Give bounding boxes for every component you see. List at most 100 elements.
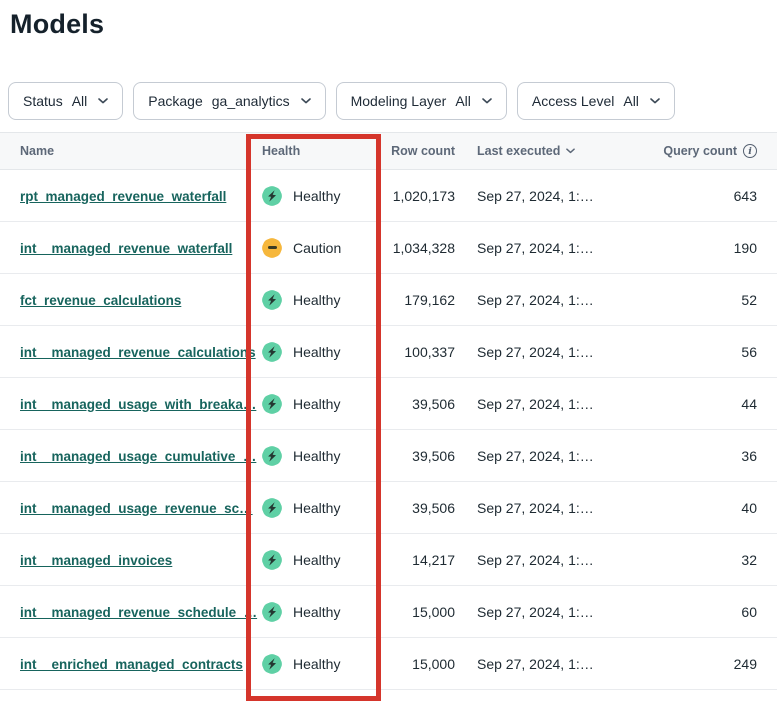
health-cell: Healthy: [250, 394, 370, 414]
row-count-value: 39,506: [370, 500, 455, 516]
model-name-link[interactable]: int__managed_revenue_schedule_…: [20, 605, 257, 620]
health-label: Healthy: [293, 500, 340, 516]
last-executed-value: Sep 27, 2024, 1:…: [455, 240, 657, 256]
health-cell: Healthy: [250, 446, 370, 466]
filter-label: Status: [23, 93, 63, 109]
health-label: Healthy: [293, 448, 340, 464]
model-name-link[interactable]: int__managed_revenue_calculations: [20, 345, 256, 360]
health-badge-icon: [262, 394, 282, 414]
column-header-row-count: Row count: [370, 144, 455, 158]
filter-modeling-layer[interactable]: Modeling Layer All: [336, 82, 507, 120]
row-count-value: 15,000: [370, 656, 455, 672]
last-executed-value: Sep 27, 2024, 1:…: [455, 656, 657, 672]
health-badge-icon: [262, 342, 282, 362]
table-row: int__managed_usage_with_breaka… Healthy …: [0, 378, 777, 430]
filter-label: Modeling Layer: [351, 93, 447, 109]
health-label: Caution: [293, 240, 341, 256]
query-count-value: 32: [657, 552, 757, 568]
query-count-value: 44: [657, 396, 757, 412]
row-count-value: 15,000: [370, 604, 455, 620]
model-name-link[interactable]: int__managed_usage_with_breaka…: [20, 397, 256, 412]
health-cell: Healthy: [250, 186, 370, 206]
model-name-link[interactable]: fct_revenue_calculations: [20, 293, 181, 308]
row-count-value: 179,162: [370, 292, 455, 308]
model-name-link[interactable]: int__managed_usage_revenue_sc…: [20, 501, 253, 516]
filter-value: All: [623, 93, 639, 109]
row-count-value: 39,506: [370, 396, 455, 412]
column-header-query-count: Query count i: [657, 144, 757, 158]
row-count-value: 1,034,328: [370, 240, 455, 256]
model-name-link[interactable]: int__managed_invoices: [20, 553, 172, 568]
query-count-value: 643: [657, 188, 757, 204]
chevron-down-icon: [301, 98, 311, 104]
row-count-value: 14,217: [370, 552, 455, 568]
query-count-value: 40: [657, 500, 757, 516]
health-badge-icon: [262, 290, 282, 310]
query-count-value: 56: [657, 344, 757, 360]
table-row: int__managed_revenue_schedule_… Healthy …: [0, 586, 777, 638]
filter-access-level[interactable]: Access Level All: [517, 82, 675, 120]
chevron-down-icon: [482, 98, 492, 104]
health-cell: Healthy: [250, 602, 370, 622]
health-label: Healthy: [293, 396, 340, 412]
health-badge-icon: [262, 654, 282, 674]
model-name-link[interactable]: rpt_managed_revenue_waterfall: [20, 189, 226, 204]
chevron-down-icon: [98, 98, 108, 104]
query-count-value: 52: [657, 292, 757, 308]
health-label: Healthy: [293, 344, 340, 360]
row-count-value: 100,337: [370, 344, 455, 360]
health-cell: Caution: [250, 238, 370, 258]
health-label: Healthy: [293, 292, 340, 308]
health-cell: Healthy: [250, 290, 370, 310]
query-count-value: 190: [657, 240, 757, 256]
table-row: int__managed_revenue_calculations Health…: [0, 326, 777, 378]
model-name-link[interactable]: int__managed_revenue_waterfall: [20, 241, 232, 256]
last-executed-value: Sep 27, 2024, 1:…: [455, 188, 657, 204]
health-label: Healthy: [293, 656, 340, 672]
last-executed-value: Sep 27, 2024, 1:…: [455, 552, 657, 568]
health-badge-icon: [262, 602, 282, 622]
last-executed-value: Sep 27, 2024, 1:…: [455, 396, 657, 412]
models-table: Name Health Row count Last executed Quer…: [0, 132, 777, 690]
query-count-value: 60: [657, 604, 757, 620]
model-name-link[interactable]: int__managed_usage_cumulative_…: [20, 449, 256, 464]
query-count-value: 36: [657, 448, 757, 464]
model-name-link[interactable]: int__enriched_managed_contracts: [20, 657, 243, 672]
filter-value: All: [72, 93, 88, 109]
page-title: Models: [10, 9, 777, 40]
table-row: int__managed_usage_revenue_sc… Healthy 3…: [0, 482, 777, 534]
filter-status[interactable]: Status All: [8, 82, 123, 120]
filter-value: ga_analytics: [212, 93, 290, 109]
last-executed-value: Sep 27, 2024, 1:…: [455, 292, 657, 308]
health-badge-icon: [262, 238, 282, 258]
health-label: Healthy: [293, 552, 340, 568]
health-cell: Healthy: [250, 498, 370, 518]
table-row: int__enriched_managed_contracts Healthy …: [0, 638, 777, 690]
last-executed-value: Sep 27, 2024, 1:…: [455, 604, 657, 620]
column-header-health: Health: [250, 144, 370, 158]
health-badge-icon: [262, 550, 282, 570]
last-executed-value: Sep 27, 2024, 1:…: [455, 500, 657, 516]
filter-package[interactable]: Package ga_analytics: [133, 82, 325, 120]
health-label: Healthy: [293, 188, 340, 204]
table-row: rpt_managed_revenue_waterfall Healthy 1,…: [0, 170, 777, 222]
info-icon[interactable]: i: [743, 144, 757, 158]
filter-label: Package: [148, 93, 202, 109]
row-count-value: 1,020,173: [370, 188, 455, 204]
query-count-value: 249: [657, 656, 757, 672]
health-badge-icon: [262, 446, 282, 466]
table-row: int__managed_usage_cumulative_… Healthy …: [0, 430, 777, 482]
last-executed-value: Sep 27, 2024, 1:…: [455, 448, 657, 464]
column-header-last-executed[interactable]: Last executed: [455, 144, 657, 158]
chevron-down-icon: [650, 98, 660, 104]
last-executed-value: Sep 27, 2024, 1:…: [455, 344, 657, 360]
health-badge-icon: [262, 186, 282, 206]
table-row: int__managed_invoices Healthy 14,217 Sep…: [0, 534, 777, 586]
health-badge-icon: [262, 498, 282, 518]
sort-chevron-down-icon: [566, 148, 575, 154]
health-cell: Healthy: [250, 342, 370, 362]
filter-bar: Status All Package ga_analytics Modeling…: [8, 82, 777, 120]
row-count-value: 39,506: [370, 448, 455, 464]
filter-label: Access Level: [532, 93, 614, 109]
table-row: int__managed_revenue_waterfall Caution 1…: [0, 222, 777, 274]
